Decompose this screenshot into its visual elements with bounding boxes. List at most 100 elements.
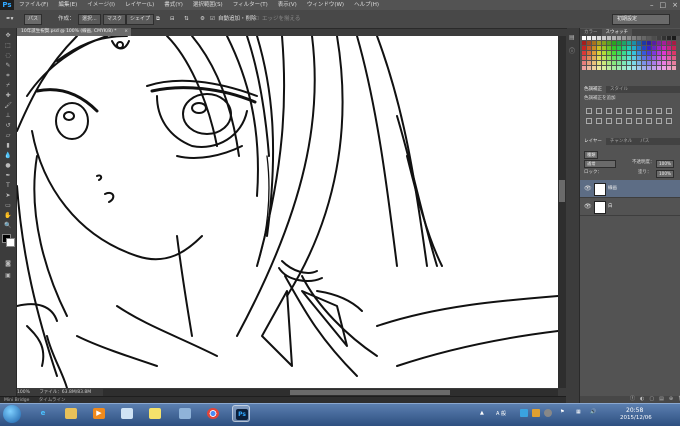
stamp-tool-icon[interactable]: ⊥	[3, 112, 13, 120]
swatch[interactable]	[587, 51, 591, 55]
swatch[interactable]	[667, 51, 671, 55]
swatch[interactable]	[582, 51, 586, 55]
swatch[interactable]	[612, 61, 616, 65]
swatch[interactable]	[622, 56, 626, 60]
swatch[interactable]	[657, 36, 661, 40]
swatch[interactable]	[592, 41, 596, 45]
layer-fx-icon[interactable]: ⓕ	[630, 396, 635, 403]
swatch[interactable]	[642, 56, 646, 60]
swatch[interactable]	[662, 61, 666, 65]
swatch[interactable]	[647, 41, 651, 45]
swatch[interactable]	[627, 46, 631, 50]
visibility-eye-icon[interactable]: 👁	[584, 203, 592, 210]
tab-channels[interactable]: チャンネル	[606, 138, 636, 145]
swatch[interactable]	[602, 61, 606, 65]
swatch[interactable]	[657, 56, 661, 60]
background-color-swatch[interactable]	[6, 238, 15, 247]
workspace-select[interactable]: 初期設定	[612, 14, 670, 25]
adjustment-icon[interactable]	[626, 108, 632, 114]
swatch[interactable]	[657, 46, 661, 50]
swatch[interactable]	[642, 41, 646, 45]
tab-swatches[interactable]: スウォッチ	[601, 29, 632, 36]
hand-tool-icon[interactable]: ✋	[3, 212, 13, 220]
swatch[interactable]	[672, 66, 676, 70]
clock-time[interactable]: 20:58	[626, 407, 643, 414]
swatch[interactable]	[642, 51, 646, 55]
make-shape-button[interactable]: シェイプ	[126, 14, 155, 25]
swatch[interactable]	[672, 51, 676, 55]
tab-adjustments[interactable]: 色調補正	[580, 86, 606, 93]
layer-row-lineart[interactable]: 👁 線画	[580, 180, 680, 198]
volume-icon[interactable]: 🔊	[590, 409, 596, 415]
adjustment-icon[interactable]	[586, 108, 592, 114]
type-tool-icon[interactable]: T	[3, 182, 13, 190]
swatch[interactable]	[582, 36, 586, 40]
adjustment-icon[interactable]	[666, 118, 672, 124]
adjustment-icon[interactable]	[656, 108, 662, 114]
history-brush-icon[interactable]: ↺	[3, 122, 13, 130]
swatch[interactable]	[607, 56, 611, 60]
tab-color[interactable]: カラー	[580, 29, 602, 36]
swatch[interactable]	[652, 51, 656, 55]
swatch[interactable]	[592, 46, 596, 50]
swatch[interactable]	[652, 66, 656, 70]
swatch[interactable]	[652, 41, 656, 45]
swatch[interactable]	[637, 41, 641, 45]
crop-tool-icon[interactable]: ⌗	[3, 72, 13, 80]
swatch[interactable]	[617, 66, 621, 70]
swatch[interactable]	[662, 66, 666, 70]
swatch[interactable]	[642, 66, 646, 70]
swatch[interactable]	[617, 46, 621, 50]
menu-type[interactable]: 書式(Y)	[159, 0, 188, 10]
swatch[interactable]	[627, 36, 631, 40]
swatch[interactable]	[607, 41, 611, 45]
opacity-input[interactable]: 100%	[656, 160, 674, 168]
swatch[interactable]	[662, 51, 666, 55]
adjustment-icon[interactable]	[646, 108, 652, 114]
adjustment-icon[interactable]	[616, 108, 622, 114]
zoom-level[interactable]: 100%	[17, 390, 30, 395]
swatch[interactable]	[592, 66, 596, 70]
tool-mode-select[interactable]: パス	[24, 14, 43, 25]
tab-layers[interactable]: レイヤー	[580, 138, 606, 145]
adjustment-icon[interactable]	[656, 118, 662, 124]
swatch[interactable]	[667, 66, 671, 70]
swatch[interactable]	[592, 61, 596, 65]
fill-input[interactable]: 100%	[656, 170, 674, 178]
swatch[interactable]	[652, 56, 656, 60]
swatch[interactable]	[672, 36, 676, 40]
dodge-tool-icon[interactable]: ●	[3, 162, 13, 170]
swatch[interactable]	[637, 66, 641, 70]
swatch[interactable]	[587, 36, 591, 40]
swatch[interactable]	[597, 66, 601, 70]
adjustment-icon[interactable]	[606, 118, 612, 124]
eyedropper-tool-icon[interactable]: ⌿	[3, 82, 13, 90]
menu-select[interactable]: 選択範囲(S)	[188, 0, 228, 10]
swatch[interactable]	[627, 51, 631, 55]
swatch[interactable]	[597, 61, 601, 65]
swatch[interactable]	[652, 61, 656, 65]
windows-start-icon[interactable]	[3, 405, 21, 423]
swatch[interactable]	[657, 41, 661, 45]
swatch[interactable]	[672, 46, 676, 50]
swatch[interactable]	[602, 36, 606, 40]
swatch[interactable]	[647, 51, 651, 55]
tray-up-arrow-icon[interactable]: ▲	[480, 410, 484, 416]
screen-mode-icon[interactable]: ▣	[3, 272, 13, 280]
swatch[interactable]	[627, 61, 631, 65]
swatch[interactable]	[632, 46, 636, 50]
swatch[interactable]	[617, 56, 621, 60]
swatch[interactable]	[622, 36, 626, 40]
swatch[interactable]	[597, 51, 601, 55]
explorer-icon[interactable]	[62, 405, 80, 422]
swatch[interactable]	[587, 61, 591, 65]
add-mask-icon[interactable]: ▢	[649, 396, 654, 403]
adjustment-icon[interactable]	[666, 108, 672, 114]
swatch[interactable]	[632, 41, 636, 45]
swatch[interactable]	[602, 66, 606, 70]
network-icon[interactable]	[176, 405, 194, 422]
swatch[interactable]	[667, 46, 671, 50]
swatch[interactable]	[632, 51, 636, 55]
path-alignment-icon[interactable]: ⊟	[170, 14, 175, 24]
canvas[interactable]	[17, 36, 558, 388]
